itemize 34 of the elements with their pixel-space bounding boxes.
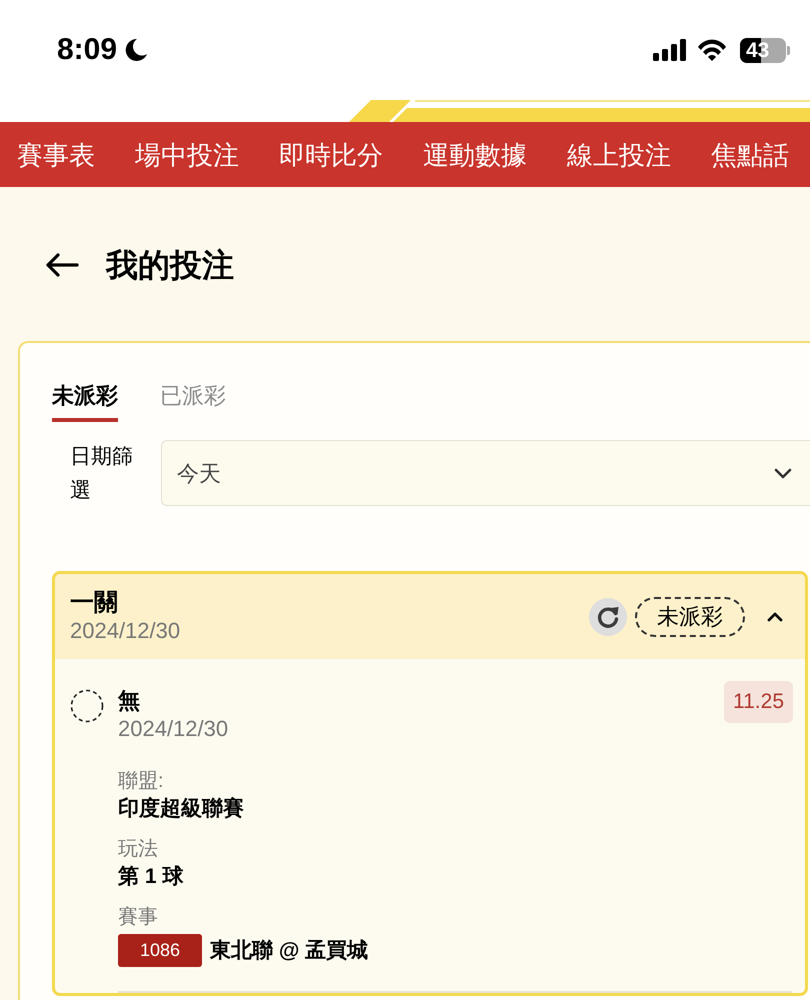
bet-date: 2024/12/30: [70, 616, 180, 644]
wifi-icon: [696, 38, 728, 62]
status-time: 8:09: [57, 35, 118, 65]
odds-badge: 11.25: [724, 681, 793, 723]
nav-link[interactable]: 即時比分: [279, 142, 383, 168]
nav-link[interactable]: 運動數據: [423, 142, 527, 168]
selection-date: 2024/12/30: [118, 715, 228, 743]
chevron-down-icon: [774, 468, 792, 478]
nav-link[interactable]: 場中投注: [135, 142, 239, 168]
signal-icon: [653, 39, 686, 61]
field-label: 賽事: [118, 905, 158, 930]
date-filter-label: 日期篩選: [70, 444, 134, 504]
match-number-badge: 1086: [118, 934, 202, 967]
nav-link[interactable]: 線上投注: [567, 142, 671, 168]
tab[interactable]: 未派彩: [52, 381, 118, 422]
dashed-circle-icon: [70, 689, 104, 723]
refresh-icon[interactable]: [589, 598, 627, 636]
nav-link[interactable]: 焦點話: [711, 142, 789, 168]
moon-icon: [123, 37, 150, 63]
back-arrow-icon[interactable]: [44, 252, 80, 278]
tab[interactable]: 已派彩: [160, 381, 226, 422]
field-label: 玩法: [118, 837, 158, 862]
status-badge: 未派彩: [635, 596, 745, 636]
date-filter-value: 今天: [177, 460, 221, 488]
bet-type: 一關: [70, 588, 118, 616]
chevron-icon[interactable]: [767, 610, 783, 622]
page-title: 我的投注: [106, 246, 234, 285]
date-filter-select[interactable]: 今天: [161, 440, 810, 506]
field-label: 聯盟:: [118, 769, 164, 794]
selection-name: 無: [118, 687, 140, 715]
nav-link[interactable]: 賽事表: [17, 142, 95, 168]
field-value: 第 1 球: [118, 864, 184, 890]
field-value: 印度超級聯賽: [118, 796, 244, 822]
match-teams: 東北聯 @ 孟買城: [210, 938, 368, 964]
